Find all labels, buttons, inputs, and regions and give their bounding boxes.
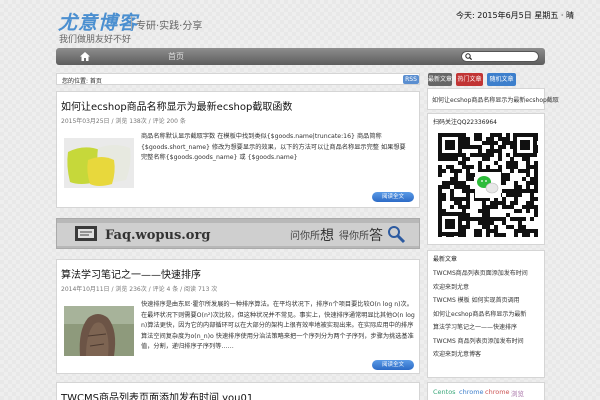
search-input[interactable] [461,51,539,62]
list-item[interactable]: 欢迎来到尤意博客 [433,349,543,363]
post-meta: 2015年03月25日 / 浏览 138次 / 评论 200 条 [61,118,186,125]
post-card: 算法学习笔记之一——快速排序 2014年10月11日 / 浏览 236次 / 评… [56,259,420,374]
qr-code-image [436,131,539,238]
banner-slogan-1: 问你所 [290,229,320,242]
qr-widget-title: 扫码关注QQ22336964 [433,119,497,126]
tag-link[interactable]: chrome [485,388,510,396]
main-nav: 首页 [56,48,545,65]
tag-cloud: Centos chrome chrome 浏览 [427,382,545,400]
post-thumbnail[interactable] [64,138,134,188]
tag-link[interactable]: 浏览 [511,388,524,398]
list-item[interactable]: TWCMS商品列表页面添加发布时间 [433,268,543,282]
list-item[interactable]: 如何让ecshop商品名称显示为最新 [433,309,543,323]
banner-slogan-3: 得你所 [339,229,369,242]
tag-link[interactable]: Centos [433,388,456,396]
wechat-icon [475,172,501,198]
post-title[interactable]: TWCMS商品列表页面添加发布时间 you01 [61,389,253,400]
search-icon[interactable] [465,53,472,60]
tab-content: 如何让ecshop商品名称显示为最新ecshop截取 [427,88,559,110]
header-date: 今天: 2015年6月5日 星期五 · 晴 [456,11,574,20]
post-card: 如何让ecshop商品名称显示为最新ecshop截取函数 2015年03月25日… [56,91,420,208]
post-meta: 2014年10月11日 / 浏览 236次 / 评论 4 条 / 阅读 713 … [61,286,218,293]
recent-posts-list: TWCMS商品列表页面添加发布时间 欢迎来到尤意 TWCMS 模板 如何实现首页… [433,268,543,363]
list-item[interactable]: TWCMS 模板 如何实现首页调用 [433,295,543,309]
recent-posts-widget: 最新文章 TWCMS商品列表页面添加发布时间 欢迎来到尤意 TWCMS 模板 如… [427,250,545,378]
tab-popular[interactable]: 热门文章 [456,73,483,86]
breadcrumb-bar: 您的位置: 首页 RSS [56,73,420,85]
banner-domain: Faq.wopus.org [105,228,210,243]
breadcrumb: 您的位置: 首页 [62,78,102,85]
recent-posts-title: 最新文章 [433,256,458,263]
tab-random[interactable]: 随机文章 [487,73,516,86]
tag-link[interactable]: chrome [459,388,484,396]
post-title[interactable]: 如何让ecshop商品名称显示为最新ecshop截取函数 [61,98,292,113]
qr-widget: 扫码关注QQ22336964 [427,113,545,245]
post-card: TWCMS商品列表页面添加发布时间 you01 [56,382,420,400]
banner-slogan-2: 想 [320,228,334,244]
list-item[interactable]: 欢迎来到尤意 [433,282,543,296]
home-icon [80,52,90,61]
ad-banner[interactable]: Faq.wopus.org 问你所 想 得你所 答 [56,218,420,249]
post-thumbnail[interactable] [64,306,134,356]
post-title[interactable]: 算法学习笔记之一——快速排序 [61,266,201,281]
site-subtitle: 我们做朋友好不好 [59,35,132,45]
document-icon [75,226,97,241]
tab-latest[interactable]: 最新文章 [428,73,452,86]
post-excerpt: 商品名称默认显示截取字数 在模板中找到类似{$goods.name|trunca… [141,133,406,161]
banner-slogan-4: 答 [369,227,383,244]
rss-button[interactable]: RSS [403,75,419,84]
nav-item-home[interactable]: 首页 [168,51,184,62]
site-tagline: 专研·实践·分享 [130,16,202,32]
nav-home-button[interactable] [64,48,106,65]
list-item[interactable]: TWCMS 商品列表页添加发布时间 [433,336,543,350]
post-excerpt: 快速排序是由东尼·霍尔所发展的一种排序算法。在平均状况下，排序n个项目要比较O(… [141,301,415,350]
list-item[interactable]: 算法学习笔记之一——快速排序 [433,322,543,336]
read-more-button[interactable]: 阅读全文 [372,192,414,202]
site-logo[interactable]: 尤意博客 [58,8,138,35]
read-more-button[interactable]: 阅读全文 [372,360,414,370]
tab-content-link[interactable]: 如何让ecshop商品名称显示为最新ecshop截取 [432,95,559,104]
